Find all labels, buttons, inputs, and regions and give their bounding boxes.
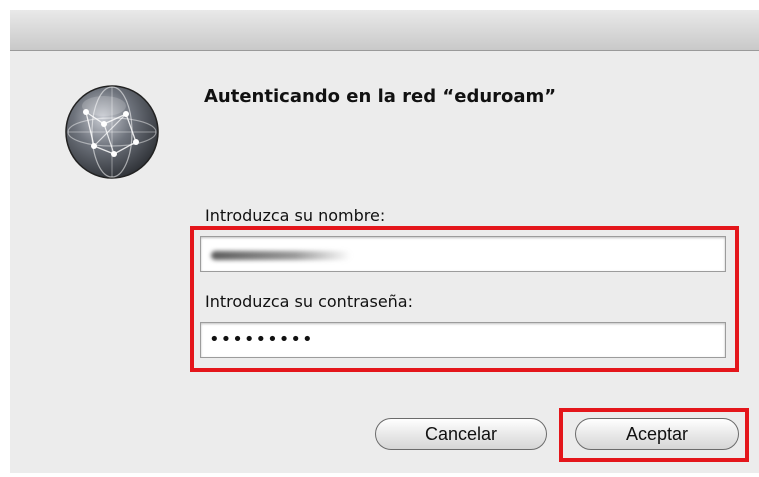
window-titlebar[interactable]: [10, 10, 759, 51]
cancel-button[interactable]: Cancelar: [375, 418, 547, 450]
username-label: Introduzca su nombre:: [205, 206, 386, 225]
dialog-title: Autenticando en la red “eduroam”: [204, 86, 557, 107]
username-field[interactable]: [200, 236, 726, 272]
password-label: Introduzca su contraseña:: [205, 292, 413, 311]
password-value: •••••••••: [209, 329, 314, 350]
password-field[interactable]: •••••••••: [200, 322, 726, 358]
accept-button[interactable]: Aceptar: [575, 418, 739, 450]
network-globe-icon: [65, 85, 159, 179]
